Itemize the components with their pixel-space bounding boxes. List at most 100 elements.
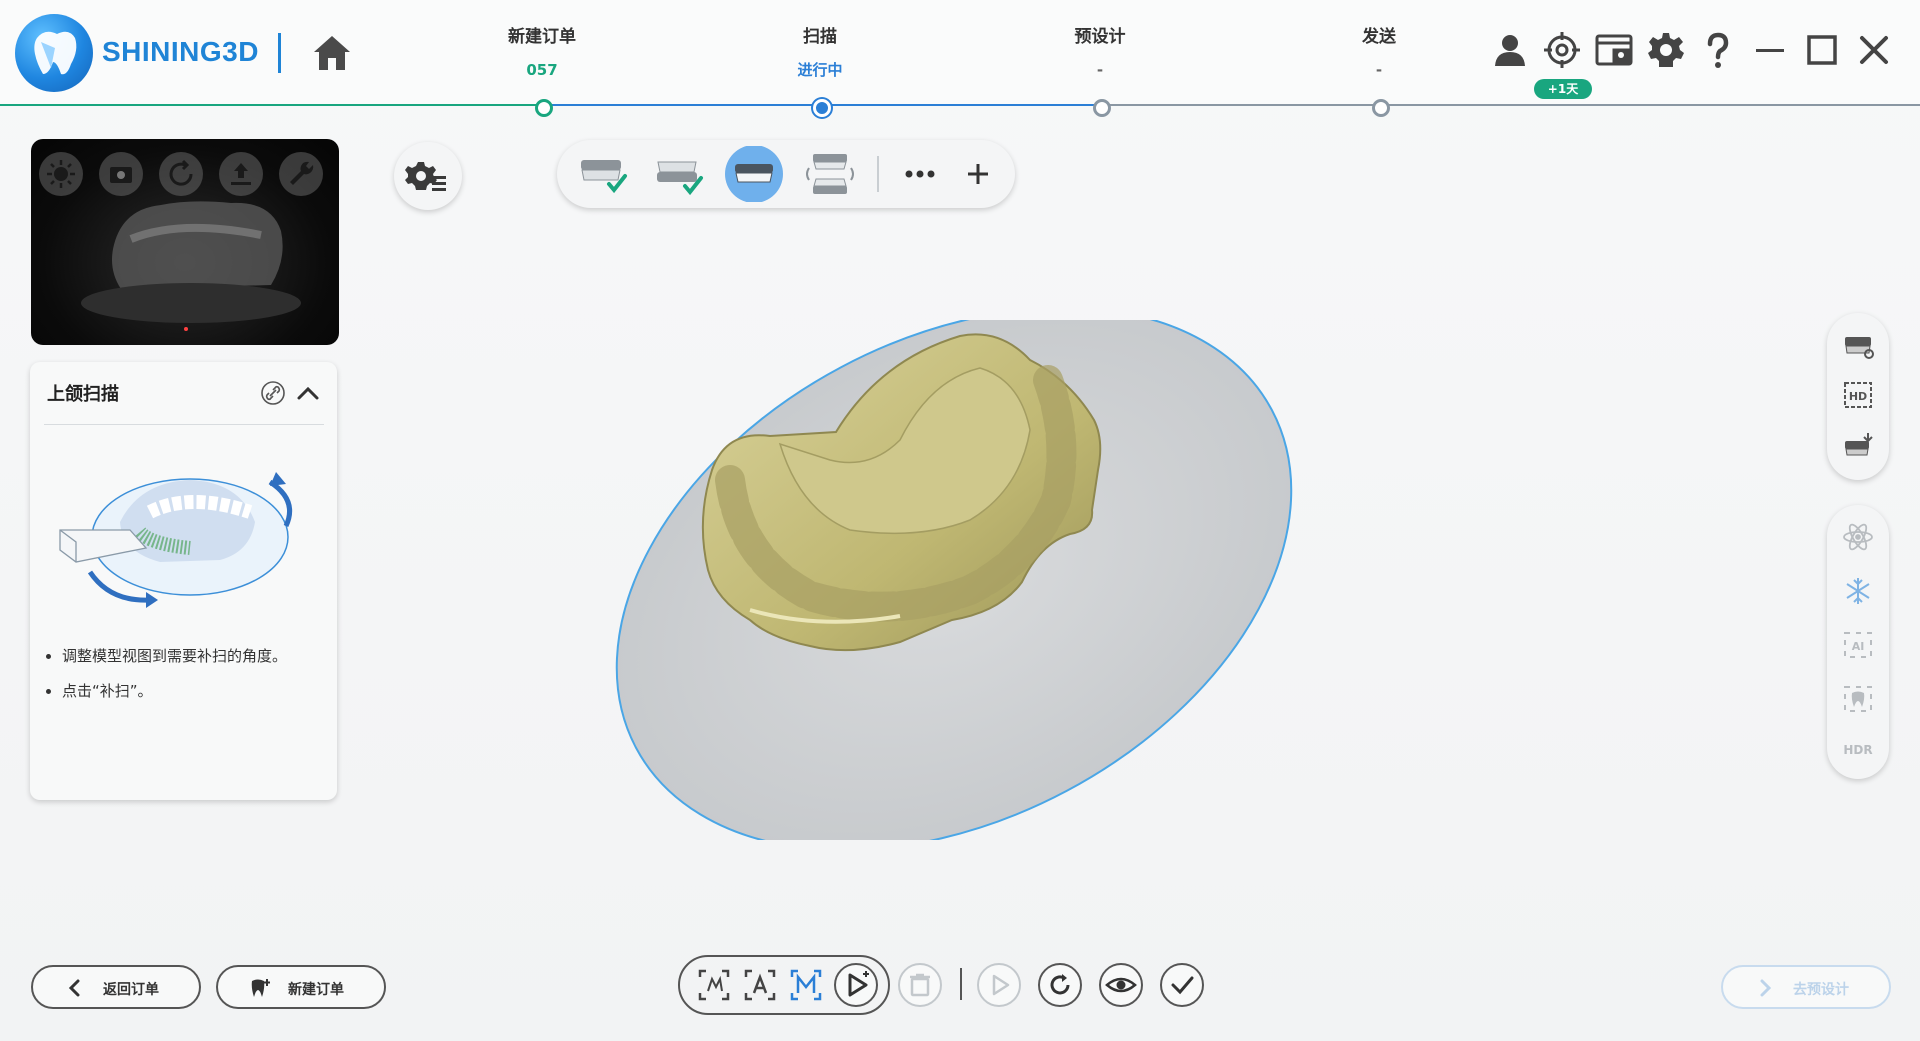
texture-toggle[interactable]: [1840, 327, 1876, 363]
step-scan[interactable]: 扫描 进行中: [740, 24, 900, 82]
select-all-icon: [744, 969, 776, 1001]
tooth-icon: [1844, 686, 1872, 712]
ai-toggle[interactable]: AI: [1840, 627, 1876, 663]
brightness-button[interactable]: [39, 152, 83, 196]
close-button[interactable]: [1854, 30, 1894, 70]
step-value: -: [1375, 61, 1383, 79]
maximize-icon: [1807, 35, 1837, 65]
rotate-button[interactable]: [159, 152, 203, 196]
step-label: 新建订单: [508, 27, 576, 47]
camera-icon: [110, 167, 132, 183]
progress-line-done: [0, 104, 540, 106]
lower-jaw-done-button[interactable]: [649, 146, 707, 202]
link-icon: [261, 381, 285, 405]
hd-icon: HD: [1844, 382, 1872, 408]
wrench-icon: [290, 161, 314, 185]
camera-button[interactable]: [99, 152, 143, 196]
add-scan-button[interactable]: [949, 146, 1007, 202]
step-value: 057: [526, 61, 558, 79]
screenshot-button[interactable]: [1594, 30, 1634, 70]
hdr-toggle[interactable]: HDR: [1840, 731, 1876, 767]
help-button[interactable]: [1698, 30, 1738, 70]
link-button[interactable]: [260, 380, 286, 406]
wrench-button[interactable]: [279, 152, 323, 196]
go-to-predesign-button[interactable]: 去预设计: [1721, 965, 1891, 1009]
maximize-button[interactable]: [1802, 30, 1842, 70]
play-button[interactable]: [977, 963, 1021, 1007]
delete-button[interactable]: [898, 963, 942, 1007]
bite-scan-button[interactable]: [801, 146, 859, 202]
preview-button[interactable]: [1099, 963, 1143, 1007]
minimize-button[interactable]: [1750, 30, 1790, 70]
scan-options-panel: AI HDR: [1827, 505, 1889, 779]
rescan-button[interactable]: [834, 963, 878, 1007]
scan-settings-button[interactable]: [394, 142, 462, 210]
home-icon: [314, 36, 350, 70]
scan-mode-panel: HD: [1827, 313, 1889, 480]
scanner-toggle[interactable]: [1840, 427, 1876, 463]
chevron-left-icon: [68, 979, 80, 997]
step-new-order[interactable]: 新建订单 057: [462, 24, 622, 82]
user-button[interactable]: [1490, 30, 1530, 70]
step-label: 预设计: [1074, 27, 1126, 47]
step-value: 进行中: [797, 61, 843, 79]
step-dot-done: [535, 99, 553, 117]
refresh-button[interactable]: [1038, 963, 1082, 1007]
new-order-label: 新建订单: [288, 982, 344, 998]
snowflake-icon: [1846, 578, 1870, 604]
chevron-right-icon: [1760, 979, 1772, 997]
chevron-up-icon: [297, 386, 319, 400]
new-order-button[interactable]: 新建订单: [216, 965, 386, 1009]
tooth-toggle[interactable]: [1840, 681, 1876, 717]
select-region-button[interactable]: [692, 963, 736, 1007]
atom-toggle[interactable]: [1840, 519, 1876, 555]
add-tooth-icon: [251, 979, 270, 997]
upper-jaw-active-button[interactable]: [725, 145, 783, 203]
3d-viewport[interactable]: [600, 306, 1320, 852]
lower-jaw-done-icon: [657, 161, 703, 196]
upload-button[interactable]: [219, 152, 263, 196]
play-icon: [992, 974, 1010, 996]
step-predesign[interactable]: 预设计 -: [1020, 24, 1180, 82]
confirm-button[interactable]: [1160, 963, 1204, 1007]
step-send[interactable]: 发送 -: [1299, 24, 1459, 82]
screenshot-icon: [1595, 34, 1633, 66]
more-button[interactable]: [891, 146, 949, 202]
progress-line-pending: [1102, 104, 1920, 106]
instruction-item: 点击“补扫”。: [62, 680, 352, 701]
minimize-icon: [1756, 49, 1784, 52]
bottom-divider: [960, 968, 962, 1000]
instruction-item: 调整模型视图到需要补扫的角度。: [62, 645, 352, 666]
select-all-button[interactable]: [738, 963, 782, 1007]
calibration-button[interactable]: [1542, 30, 1582, 70]
texture-icon: [1845, 337, 1874, 359]
check-icon: [1171, 976, 1194, 995]
logo-divider: [278, 33, 281, 73]
title-bar: SHINING3D 新建订单 057 扫描 进行中 预设计 - 发送 - +1天: [0, 0, 1920, 117]
home-button[interactable]: [308, 28, 356, 76]
snowflake-toggle[interactable]: [1840, 573, 1876, 609]
atom-icon: [1843, 523, 1873, 551]
panel-title: 上颌扫描: [47, 384, 119, 405]
manual-select-icon: [790, 969, 822, 1001]
back-to-orders-button[interactable]: 返回订单: [31, 965, 201, 1009]
settings-button[interactable]: [1646, 30, 1686, 70]
ai-label: AI: [1852, 640, 1865, 653]
brand-name: SHINING3D: [102, 36, 259, 67]
gear-list-icon: [405, 162, 446, 191]
next-label: 去预设计: [1793, 982, 1849, 998]
play-plus-icon: [848, 971, 869, 997]
collapse-button[interactable]: [294, 380, 322, 406]
upper-jaw-done-button[interactable]: [573, 146, 631, 202]
manual-select-button[interactable]: [784, 963, 828, 1007]
upload-icon: [231, 163, 251, 185]
hd-toggle[interactable]: HD: [1840, 377, 1876, 413]
gear-icon: [1648, 33, 1684, 67]
select-region-icon: [698, 969, 730, 1001]
scan-type-toolbar: [557, 140, 1015, 208]
hdr-icon: HDR: [1843, 743, 1872, 757]
scan-illustration: [50, 452, 330, 622]
scanner-icon: [1845, 433, 1873, 456]
user-icon: [1495, 35, 1525, 66]
eye-icon: [1105, 977, 1137, 993]
